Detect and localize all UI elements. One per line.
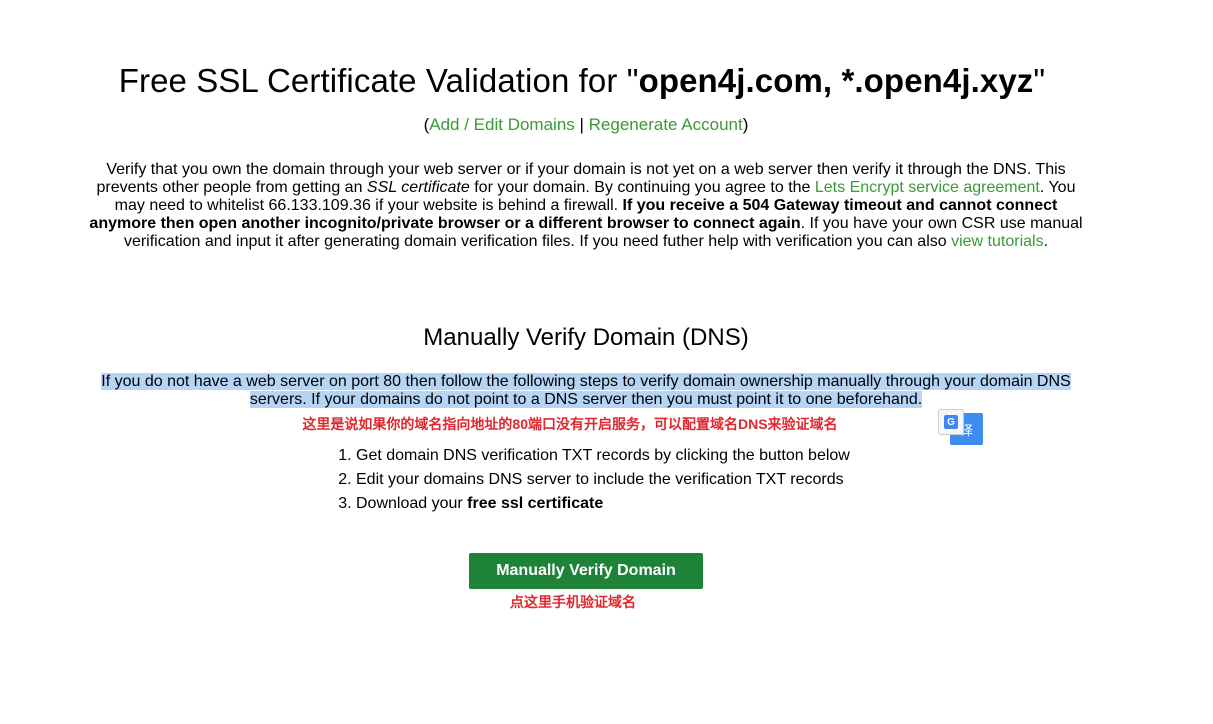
intro-ssl-italic: SSL certificate: [366, 179, 470, 196]
account-links: (Add / Edit Domains | Regenerate Account…: [0, 115, 1172, 135]
step-item: Get domain DNS verification TXT records …: [356, 446, 850, 470]
step3-bold: free ssl certificate: [467, 495, 604, 512]
intro-paragraph: Verify that you own the domain through y…: [86, 161, 1086, 251]
dns-section-title: Manually Verify Domain (DNS): [423, 324, 749, 351]
dns-description: If you do not have a web server on port …: [86, 373, 1086, 409]
dns-description-text: If you do not have a web server on port …: [101, 373, 1071, 408]
view-tutorials-link[interactable]: view tutorials: [951, 233, 1043, 250]
step-item: Download your free ssl certificate: [356, 494, 850, 518]
button-annotation: 点这里手机验证域名: [510, 594, 636, 610]
title-prefix: Free SSL Certificate Validation for ": [118, 62, 639, 99]
title-domains: open4j.com, *.open4j.xyz: [638, 62, 1034, 99]
link-separator: |: [574, 115, 589, 134]
page-title: Free SSL Certificate Validation for "ope…: [0, 62, 1164, 100]
steps-list: Get domain DNS verification TXT records …: [338, 446, 850, 518]
google-translate-icon[interactable]: G: [938, 409, 964, 435]
title-suffix: ": [1033, 62, 1046, 99]
add-edit-domains-link[interactable]: Add / Edit Domains: [429, 115, 575, 134]
paren-close: ): [742, 115, 749, 134]
regenerate-account-link[interactable]: Regenerate Account: [589, 115, 743, 134]
intro-text-2: for your domain. By continuing you agree…: [469, 179, 815, 196]
manually-verify-domain-button[interactable]: Manually Verify Domain: [469, 553, 703, 589]
page: Free SSL Certificate Validation for "ope…: [0, 0, 1213, 724]
agreement-link[interactable]: Lets Encrypt service agreement: [815, 179, 1040, 196]
intro-text-5: .: [1043, 233, 1049, 250]
step3-prefix: Download your: [356, 495, 468, 512]
step-item: Edit your domains DNS server to include …: [356, 470, 850, 494]
translate-icon-glyph: G: [944, 415, 958, 429]
